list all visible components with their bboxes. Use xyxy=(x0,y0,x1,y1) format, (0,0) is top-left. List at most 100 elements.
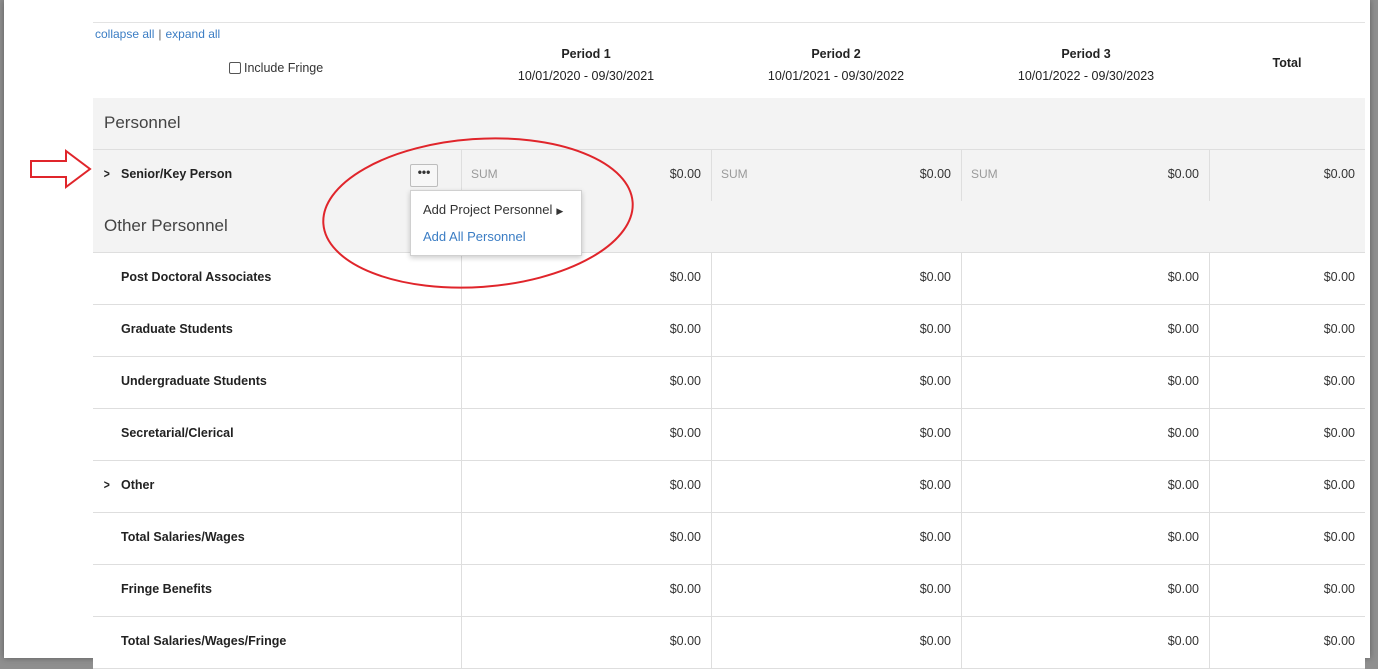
table-row-post-doctoral: Post Doctoral Associates $0.00 $0.00 $0.… xyxy=(93,253,1365,305)
period-dates: 10/01/2021 - 09/30/2022 xyxy=(767,69,905,83)
cell-value: $0.00 xyxy=(919,167,951,181)
cell-value: $0.00 xyxy=(1323,530,1355,544)
chevron-right-icon[interactable]: > xyxy=(104,477,110,492)
row-label: Graduate Students xyxy=(121,322,233,336)
cell-value: $0.00 xyxy=(1167,167,1199,181)
collapse-all-link[interactable]: collapse all xyxy=(95,27,154,41)
total-cell: $0.00 xyxy=(1209,305,1366,356)
cell-value: $0.00 xyxy=(1167,530,1199,544)
cell-value: $0.00 xyxy=(919,478,951,492)
total-cell: $0.00 xyxy=(1209,565,1366,616)
total-cell: $0.00 xyxy=(1209,617,1366,668)
personnel-section-header: Personnel xyxy=(93,98,1365,150)
sum-label: SUM xyxy=(721,167,748,181)
row-label: Senior/Key Person xyxy=(121,167,233,181)
period-dates: 10/01/2020 - 09/30/2021 xyxy=(517,69,655,83)
cell-value: $0.00 xyxy=(669,530,701,544)
budget-header: collapse all | expand all Include Fringe P… xyxy=(93,22,1365,99)
cell-value: $0.00 xyxy=(919,374,951,388)
total-header: Total xyxy=(1272,56,1302,70)
row-label: Total Salaries/Wages xyxy=(121,530,245,544)
table-row-undergraduate-students: Undergraduate Students $0.00 $0.00 $0.00… xyxy=(93,357,1365,409)
table-row-fringe-benefits: Fringe Benefits $0.00 $0.00 $0.00 $0.00 xyxy=(93,565,1365,617)
period-dates: 10/01/2022 - 09/30/2023 xyxy=(1017,69,1155,83)
cell-value: $0.00 xyxy=(1167,426,1199,440)
cell-value: $0.00 xyxy=(1167,322,1199,336)
total-cell: $0.00 xyxy=(1209,409,1366,460)
chevron-right-icon[interactable]: > xyxy=(104,166,110,181)
period-3-cell[interactable]: $0.00 xyxy=(961,565,1210,616)
cell-value: $0.00 xyxy=(669,167,701,181)
link-separator: | xyxy=(158,27,162,41)
period-3-cell[interactable]: SUM $0.00 xyxy=(961,150,1210,201)
section-title: Other Personnel xyxy=(104,216,228,235)
period-3-cell: $0.00 xyxy=(961,617,1210,668)
cell-value: $0.00 xyxy=(1323,478,1355,492)
row-label: Undergraduate Students xyxy=(121,374,267,388)
cell-value: $0.00 xyxy=(669,634,701,648)
total-cell: $0.00 xyxy=(1209,253,1366,304)
row-label: Total Salaries/Wages/Fringe xyxy=(121,634,287,648)
table-row-secretarial-clerical: Secretarial/Clerical $0.00 $0.00 $0.00 $… xyxy=(93,409,1365,461)
period-2-cell[interactable]: $0.00 xyxy=(711,409,962,460)
table-row-other: > Other $0.00 $0.00 $0.00 $0.00 xyxy=(93,461,1365,513)
cell-value: $0.00 xyxy=(1323,582,1355,596)
sum-label: SUM xyxy=(971,167,998,181)
cell-value: $0.00 xyxy=(669,322,701,336)
row-label: Fringe Benefits xyxy=(121,582,212,596)
period-2-cell: $0.00 xyxy=(711,513,962,564)
period-1-cell[interactable]: $0.00 xyxy=(461,409,712,460)
period-1-cell: $0.00 xyxy=(461,513,712,564)
period-1-cell[interactable]: $0.00 xyxy=(461,461,712,512)
total-cell: $0.00 xyxy=(1209,150,1366,201)
period-3-cell[interactable]: $0.00 xyxy=(961,357,1210,408)
period-3-cell[interactable]: $0.00 xyxy=(961,409,1210,460)
budget-panel: collapse all | expand all Include Fringe P… xyxy=(4,0,1370,669)
row-label: Post Doctoral Associates xyxy=(121,270,272,284)
table-row-total-salaries-wages-fringe: Total Salaries/Wages/Fringe $0.00 $0.00 … xyxy=(93,617,1365,669)
period-1-cell: $0.00 xyxy=(461,617,712,668)
period-2-cell: $0.00 xyxy=(711,617,962,668)
cell-value: $0.00 xyxy=(919,634,951,648)
period-name: Period 1 xyxy=(561,47,611,61)
cell-value: $0.00 xyxy=(669,582,701,596)
period-2-cell[interactable]: $0.00 xyxy=(711,461,962,512)
period-2-cell[interactable]: $0.00 xyxy=(711,565,962,616)
other-personnel-section-header: Other Personnel xyxy=(93,201,1365,253)
cell-value: $0.00 xyxy=(1323,634,1355,648)
senior-key-person-row: > Senior/Key Person ••• SUM $0.00 SUM $0… xyxy=(93,149,1365,202)
total-cell: $0.00 xyxy=(1209,513,1366,564)
annotation-circle-icon xyxy=(322,137,634,289)
period-2-cell[interactable]: $0.00 xyxy=(711,253,962,304)
cell-value: $0.00 xyxy=(919,322,951,336)
cell-value: $0.00 xyxy=(919,426,951,440)
period-3-cell[interactable]: $0.00 xyxy=(961,253,1210,304)
period-3-cell[interactable]: $0.00 xyxy=(961,305,1210,356)
cell-value: $0.00 xyxy=(669,270,701,284)
period-2-cell[interactable]: $0.00 xyxy=(711,357,962,408)
collapse-expand-links: collapse all | expand all xyxy=(95,27,220,41)
cell-value: $0.00 xyxy=(1323,270,1355,284)
period-2-cell[interactable]: $0.00 xyxy=(711,305,962,356)
cell-value: $0.00 xyxy=(1323,322,1355,336)
table-row-graduate-students: Graduate Students $0.00 $0.00 $0.00 $0.0… xyxy=(93,305,1365,357)
period-name: Period 3 xyxy=(1061,47,1111,61)
period-3-cell[interactable]: $0.00 xyxy=(961,461,1210,512)
annotation-arrow-icon xyxy=(30,149,92,189)
total-cell: $0.00 xyxy=(1209,357,1366,408)
include-fringe-checkbox[interactable]: Include Fringe xyxy=(229,61,323,75)
period-3-cell: $0.00 xyxy=(961,513,1210,564)
period-1-cell[interactable]: $0.00 xyxy=(461,305,712,356)
checkbox-icon[interactable] xyxy=(229,62,241,74)
expand-all-link[interactable]: expand all xyxy=(166,27,221,41)
cell-value: $0.00 xyxy=(669,478,701,492)
include-fringe-label: Include Fringe xyxy=(244,61,324,75)
section-title: Personnel xyxy=(104,113,181,132)
period-1-cell[interactable]: $0.00 xyxy=(461,357,712,408)
period-1-cell[interactable]: $0.00 xyxy=(461,565,712,616)
period-2-cell[interactable]: SUM $0.00 xyxy=(711,150,962,201)
period-1-header: Period 1 10/01/2020 - 09/30/2021 xyxy=(461,43,711,87)
period-2-header: Period 2 10/01/2021 - 09/30/2022 xyxy=(711,43,961,87)
cell-value: $0.00 xyxy=(1167,374,1199,388)
cell-value: $0.00 xyxy=(1167,582,1199,596)
